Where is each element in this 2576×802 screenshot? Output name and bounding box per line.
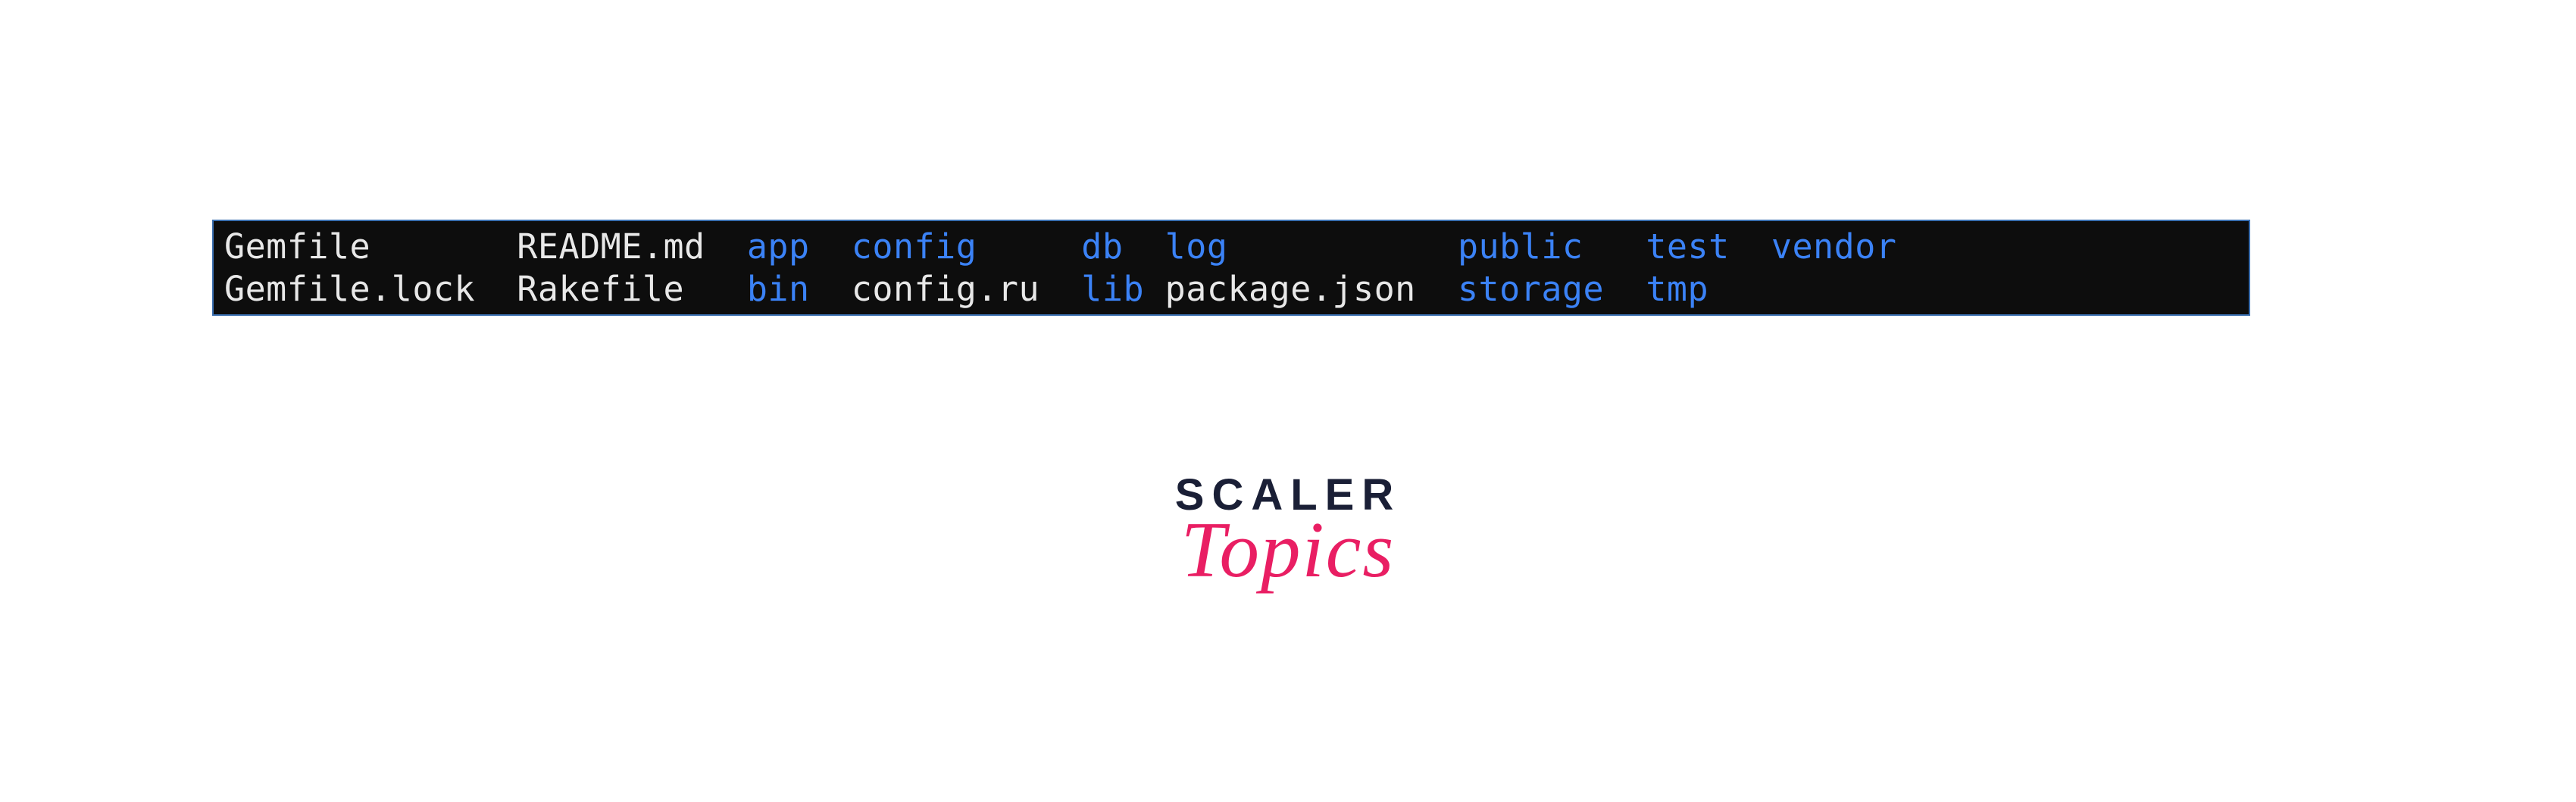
file-entry: README.md	[517, 226, 747, 268]
directory-entry: bin	[747, 268, 852, 311]
directory-entry: public	[1458, 226, 1646, 268]
directory-entry: storage	[1458, 268, 1646, 311]
directory-entry: log	[1165, 226, 1458, 268]
directory-entry: db	[1081, 226, 1165, 268]
directory-entry: vendor	[1771, 226, 1897, 268]
directory-entry: lib	[1081, 268, 1165, 311]
file-entry: config.ru	[852, 268, 1082, 311]
directory-entry: test	[1646, 226, 1771, 268]
directory-entry: tmp	[1646, 268, 1771, 311]
file-entry: package.json	[1165, 268, 1458, 311]
terminal-row: Gemfile README.md app config db log publ…	[224, 226, 2238, 268]
directory-entry: app	[747, 226, 852, 268]
terminal-row: Gemfile.lock Rakefile bin config.ru lib …	[224, 268, 2238, 311]
file-entry: Gemfile.lock	[224, 268, 517, 311]
logo-text-topics: Topics	[1175, 504, 1401, 595]
file-entry: Rakefile	[517, 268, 747, 311]
terminal-content: Gemfile README.md app config db log publ…	[224, 226, 2238, 311]
terminal-window: Gemfile README.md app config db log publ…	[212, 220, 2250, 316]
file-entry: Gemfile	[224, 226, 517, 268]
directory-entry: config	[852, 226, 1082, 268]
brand-logo: SCALER Topics	[1175, 470, 1401, 595]
